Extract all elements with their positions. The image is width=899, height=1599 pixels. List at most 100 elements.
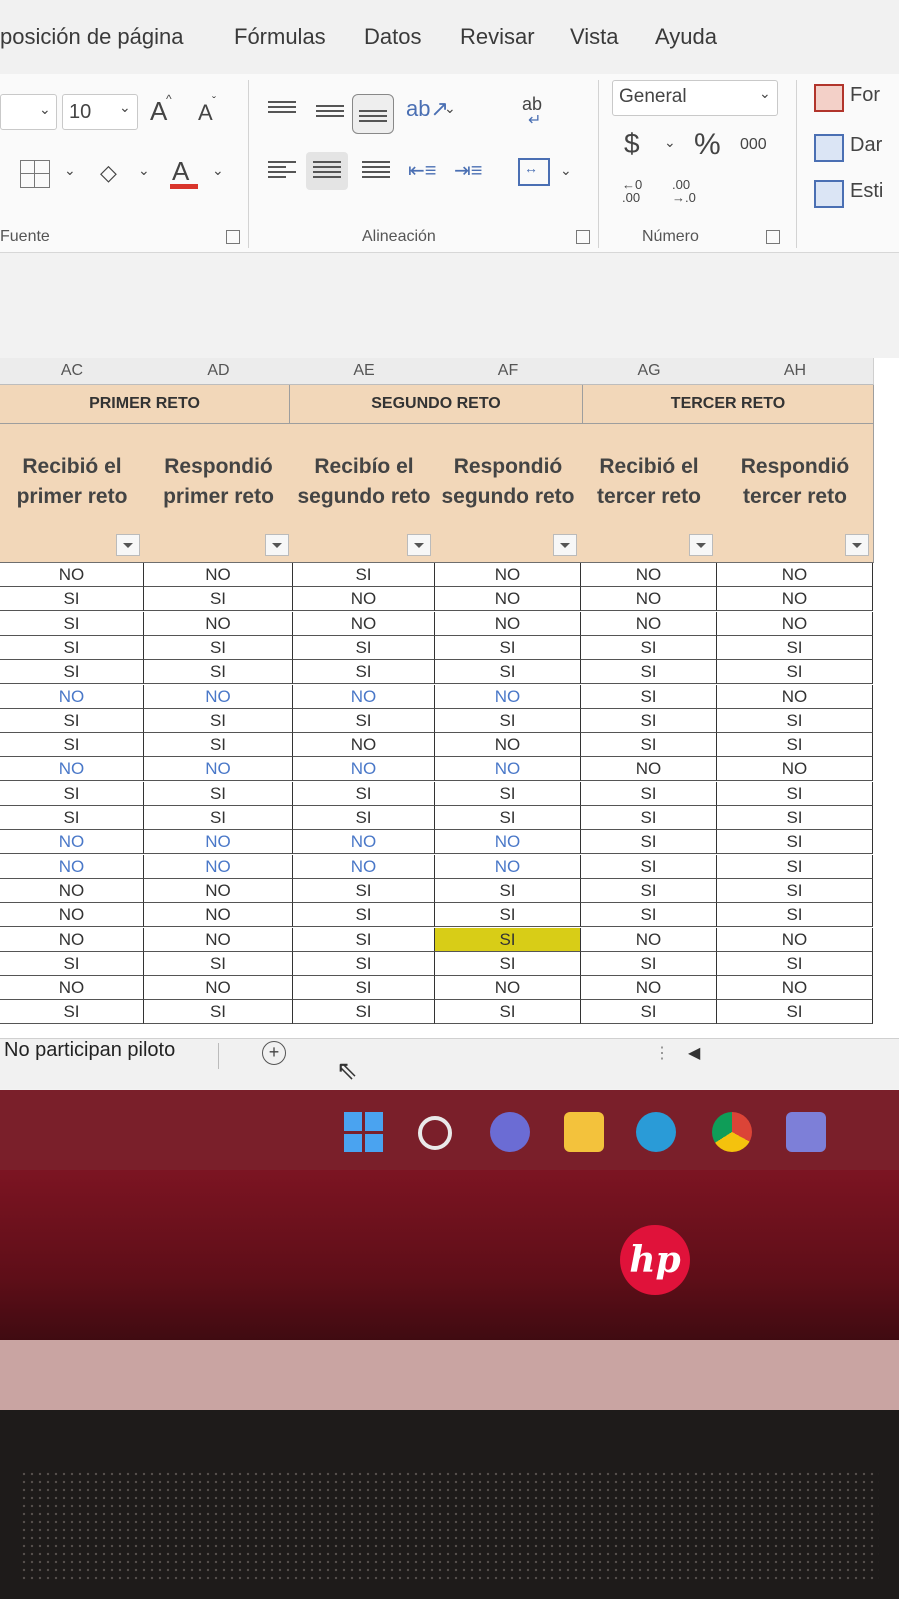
currency-button[interactable]: $ <box>624 128 640 160</box>
file-explorer-icon[interactable] <box>564 1112 604 1152</box>
table-cell[interactable]: NO <box>0 684 144 709</box>
table-cell[interactable]: SI <box>293 660 435 685</box>
table-cell[interactable]: SI <box>717 660 873 685</box>
table-cell[interactable]: SI <box>717 1000 873 1025</box>
table-cell[interactable]: NO <box>144 854 293 879</box>
table-cell[interactable]: NO <box>144 927 293 952</box>
table-cell[interactable]: NO <box>0 976 144 1001</box>
filter-dropdown-icon[interactable] <box>845 534 869 556</box>
table-cell[interactable]: SI <box>435 660 581 685</box>
table-cell[interactable]: NO <box>0 903 144 928</box>
mail-icon[interactable] <box>786 1112 826 1152</box>
font-name-dropdown[interactable]: ⌄ <box>0 94 57 130</box>
align-middle-icon[interactable] <box>316 102 344 124</box>
windows-start-icon[interactable] <box>344 1112 383 1152</box>
table-cell[interactable]: NO <box>435 587 581 612</box>
table-cell[interactable]: NO <box>293 611 435 636</box>
column-header-ac[interactable]: AC <box>0 358 145 385</box>
table-cell[interactable]: SI <box>144 781 293 806</box>
table-cell[interactable]: NO <box>435 757 581 782</box>
table-cell[interactable]: NO <box>144 563 293 587</box>
table-cell[interactable]: SI <box>717 781 873 806</box>
align-bottom-button[interactable] <box>352 94 394 134</box>
table-cell[interactable]: NO <box>717 927 873 952</box>
align-left-icon[interactable] <box>268 158 296 180</box>
tab-help[interactable]: Ayuda <box>655 24 717 50</box>
table-cell[interactable]: SI <box>581 733 717 758</box>
filter-dropdown-icon[interactable] <box>689 534 713 556</box>
font-color-button[interactable]: A <box>172 156 189 187</box>
table-cell[interactable]: SI <box>581 854 717 879</box>
table-cell[interactable]: NO <box>717 684 873 709</box>
table-cell[interactable]: SI <box>435 708 581 733</box>
cell-styles-icon[interactable] <box>814 180 844 208</box>
chrome-icon[interactable] <box>712 1112 752 1152</box>
table-cell[interactable]: NO <box>293 733 435 758</box>
table-cell[interactable]: NO <box>293 830 435 855</box>
table-cell[interactable]: SI <box>144 951 293 976</box>
group-header-tercer-reto[interactable]: TERCER RETO <box>583 385 874 424</box>
table-cell[interactable]: SI <box>581 660 717 685</box>
table-cell[interactable]: SI <box>581 878 717 903</box>
table-cell[interactable]: NO <box>581 757 717 782</box>
table-cell[interactable]: SI <box>717 878 873 903</box>
thousands-button[interactable]: 000 <box>740 136 767 154</box>
group-header-segundo-reto[interactable]: SEGUNDO RETO <box>290 385 583 424</box>
fill-color-icon[interactable]: ◇ <box>100 160 117 186</box>
table-cell[interactable]: SI <box>144 733 293 758</box>
table-cell[interactable]: NO <box>435 976 581 1001</box>
table-cell[interactable]: NO <box>144 757 293 782</box>
chevron-down-icon[interactable]: ⌄ <box>138 162 150 179</box>
table-cell[interactable]: SI <box>581 806 717 830</box>
table-cell[interactable]: SI <box>293 878 435 903</box>
table-cell[interactable]: SI <box>581 635 717 660</box>
table-cell[interactable]: NO <box>717 611 873 636</box>
table-cell[interactable]: NO <box>144 611 293 636</box>
chevron-down-icon[interactable]: ⌄ <box>664 134 676 151</box>
table-cell[interactable]: SI <box>435 951 581 976</box>
table-cell[interactable]: NO <box>717 976 873 1001</box>
column-header-ad[interactable]: AD <box>144 358 294 385</box>
table-cell[interactable]: SI <box>0 587 144 612</box>
table-cell[interactable]: SI <box>581 708 717 733</box>
chevron-down-icon[interactable]: ⌄ <box>444 100 456 117</box>
format-table-button[interactable]: Dar <box>850 134 882 157</box>
table-cell[interactable]: SI <box>144 708 293 733</box>
table-cell[interactable]: SI <box>581 684 717 709</box>
orientation-icon[interactable]: ab↗ <box>406 96 449 122</box>
number-dialog-launcher-icon[interactable] <box>766 230 780 244</box>
table-cell[interactable]: SI <box>0 1000 144 1025</box>
filter-dropdown-icon[interactable] <box>553 534 577 556</box>
table-cell[interactable]: SI <box>581 903 717 928</box>
table-cell[interactable]: NO <box>0 854 144 879</box>
column-header-ag[interactable]: AG <box>581 358 718 385</box>
cell-styles-button[interactable]: Esti <box>850 180 883 203</box>
table-cell[interactable]: SI <box>435 1000 581 1025</box>
table-cell[interactable]: NO <box>293 757 435 782</box>
table-cell[interactable]: NO <box>581 976 717 1001</box>
teams-chat-icon[interactable] <box>490 1112 530 1152</box>
column-header-ae[interactable]: AE <box>293 358 436 385</box>
table-cell[interactable]: NO <box>717 563 873 587</box>
decrease-indent-icon[interactable]: ⇤≡ <box>408 158 436 183</box>
table-cell[interactable]: NO <box>581 611 717 636</box>
table-cell[interactable]: NO <box>144 976 293 1001</box>
chevron-down-icon[interactable]: ⌄ <box>64 162 76 179</box>
table-cell[interactable]: SI <box>717 708 873 733</box>
table-cell[interactable]: NO <box>717 757 873 782</box>
table-cell[interactable]: SI <box>581 830 717 855</box>
table-cell[interactable]: SI <box>293 951 435 976</box>
table-cell[interactable]: NO <box>435 830 581 855</box>
table-cell[interactable]: SI <box>435 635 581 660</box>
table-cell[interactable]: SI <box>717 733 873 758</box>
table-cell[interactable]: SI <box>435 927 581 952</box>
tab-formulas[interactable]: Fórmulas <box>234 24 326 50</box>
table-cell[interactable]: NO <box>144 878 293 903</box>
merge-center-icon[interactable]: ↔ <box>518 158 550 186</box>
alignment-dialog-launcher-icon[interactable] <box>576 230 590 244</box>
table-cell[interactable]: NO <box>717 587 873 612</box>
table-cell[interactable]: SI <box>717 854 873 879</box>
table-cell[interactable]: SI <box>717 903 873 928</box>
table-cell[interactable]: NO <box>0 878 144 903</box>
add-sheet-icon[interactable]: + <box>262 1041 286 1065</box>
